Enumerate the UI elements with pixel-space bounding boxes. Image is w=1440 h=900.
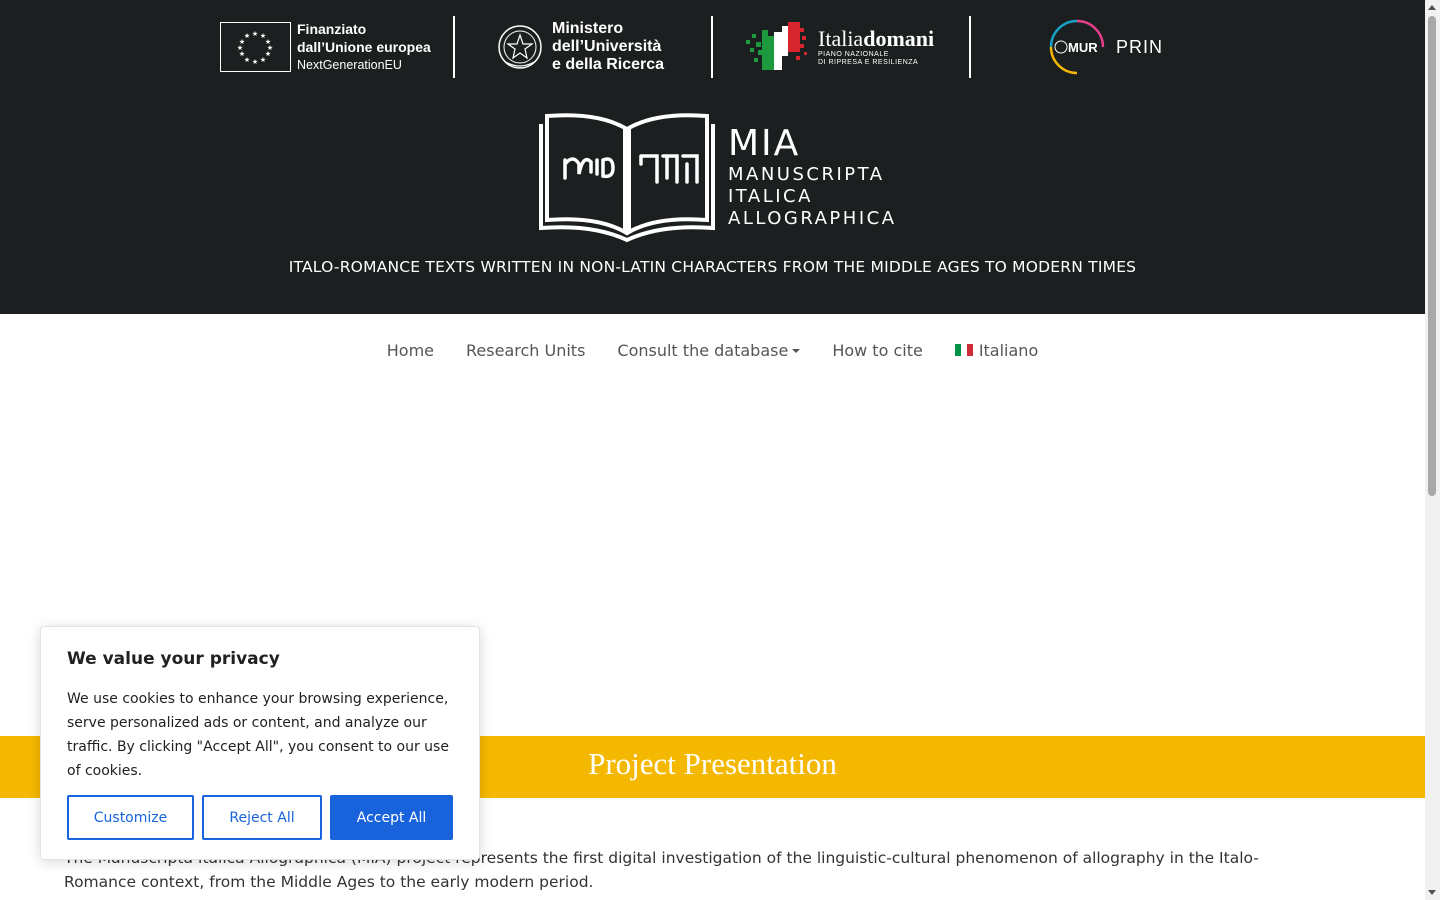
page: ★ ★ ★ ★ ★ ★ ★ ★ ★ ★ ★ ★ Finanziato dall’… (0, 0, 1425, 900)
scroll-up-arrow-icon[interactable] (1428, 5, 1436, 10)
nav-consult-database[interactable]: Consult the database (601, 341, 816, 360)
main-navigation: Home Research Units Consult the database… (0, 314, 1425, 386)
page-scrollbar[interactable] (1425, 0, 1440, 900)
italiadomani-line-3: DI RIPRESA E RESILIENZA (818, 59, 919, 66)
svg-text:★: ★ (244, 32, 250, 40)
nav-consult-database-label: Consult the database (617, 340, 789, 360)
cookie-consent-dialog: We value your privacy We use cookies to … (40, 626, 480, 860)
site-tagline: ITALO-ROMANCE TEXTS WRITTEN IN NON-LATIN… (288, 258, 1137, 276)
scroll-down-arrow-icon[interactable] (1428, 890, 1436, 895)
customize-button[interactable]: Customize (67, 795, 194, 840)
italiadomani-part2: domani (863, 26, 935, 51)
prin-logo[interactable]: MUR PRIN (1048, 14, 1163, 80)
mia-subtitle-3: ALLOGRAPHICA (728, 208, 897, 229)
mia-title: MIA (728, 123, 801, 164)
italiadomani-text: Italiadomani PIANO NAZIONALE DI RIPRESA … (818, 27, 934, 67)
open-book-icon (539, 113, 715, 243)
scrollbar-thumb[interactable] (1428, 16, 1436, 496)
mia-wordmark: MIA MANUSCRIPTA ITALICA ALLOGRAPHICA (728, 124, 897, 230)
eu-line-3: NextGenerationEU (297, 58, 402, 72)
ministry-text: Ministero dell’Università e della Ricerc… (552, 20, 664, 74)
italiadomani-logo[interactable]: Italiadomani PIANO NAZIONALE DI RIPRESA … (746, 14, 934, 80)
nav-language-label: Italiano (978, 340, 1039, 360)
cookie-body: We use cookies to enhance your browsing … (67, 691, 449, 779)
italiadomani-wordmark: Italiadomani (818, 27, 934, 51)
italiadomani-pixel-flag-icon (746, 22, 807, 70)
eu-funding-logo[interactable]: ★ ★ ★ ★ ★ ★ ★ ★ ★ ★ ★ ★ Finanziato dall’… (220, 14, 431, 80)
italian-flag-icon (954, 344, 973, 356)
reject-all-button[interactable]: Reject All (202, 795, 322, 840)
nav-research-units[interactable]: Research Units (450, 341, 601, 360)
prin-mur-text: MUR (1068, 40, 1098, 55)
svg-text:★: ★ (260, 56, 266, 64)
eu-line-2: dall’Unione europea (297, 39, 431, 55)
mia-subtitle-2: ITALICA (728, 186, 813, 207)
italian-emblem-icon (498, 25, 542, 69)
section-title: Project Presentation (588, 746, 837, 781)
svg-text:★: ★ (252, 58, 258, 66)
site-header: ★ ★ ★ ★ ★ ★ ★ ★ ★ ★ ★ ★ Finanziato dall’… (0, 0, 1425, 314)
cookie-actions: Customize Reject All Accept All (67, 795, 453, 840)
mia-subtitle-1: MANUSCRIPTA (728, 164, 885, 185)
ministry-line-3: e della Ricerca (552, 56, 665, 73)
cookie-title: We value your privacy (67, 649, 280, 669)
sponsor-logos: ★ ★ ★ ★ ★ ★ ★ ★ ★ ★ ★ ★ Finanziato dall’… (220, 14, 1163, 80)
nav-language-switch[interactable]: Italiano (939, 341, 1054, 360)
nav-how-to-cite[interactable]: How to cite (816, 341, 939, 360)
chevron-down-icon (792, 349, 801, 353)
sponsor-divider (711, 16, 713, 78)
svg-text:★: ★ (252, 30, 258, 38)
nav-home[interactable]: Home (371, 341, 450, 360)
mia-logo[interactable]: MIA MANUSCRIPTA ITALICA ALLOGRAPHICA (537, 108, 897, 244)
eu-flag-icon: ★ ★ ★ ★ ★ ★ ★ ★ ★ ★ ★ ★ (220, 22, 291, 72)
ministry-line-2: dell’Università (552, 38, 662, 55)
prin-label: PRIN (1116, 36, 1164, 57)
ministry-line-1: Ministero (552, 20, 624, 37)
sponsor-divider (453, 16, 455, 78)
accept-all-button[interactable]: Accept All (330, 795, 453, 840)
eu-line-1: Finanziato (297, 21, 367, 37)
italiadomani-part1: Italia (818, 26, 864, 51)
ministry-logo[interactable]: Ministero dell’Università e della Ricerc… (496, 14, 664, 80)
italiadomani-line-2: PIANO NAZIONALE (818, 51, 889, 58)
eu-funding-text: Finanziato dall’Unione europea NextGener… (297, 20, 431, 74)
prin-ring-icon: MUR (1048, 18, 1106, 76)
sponsor-divider (969, 16, 971, 78)
